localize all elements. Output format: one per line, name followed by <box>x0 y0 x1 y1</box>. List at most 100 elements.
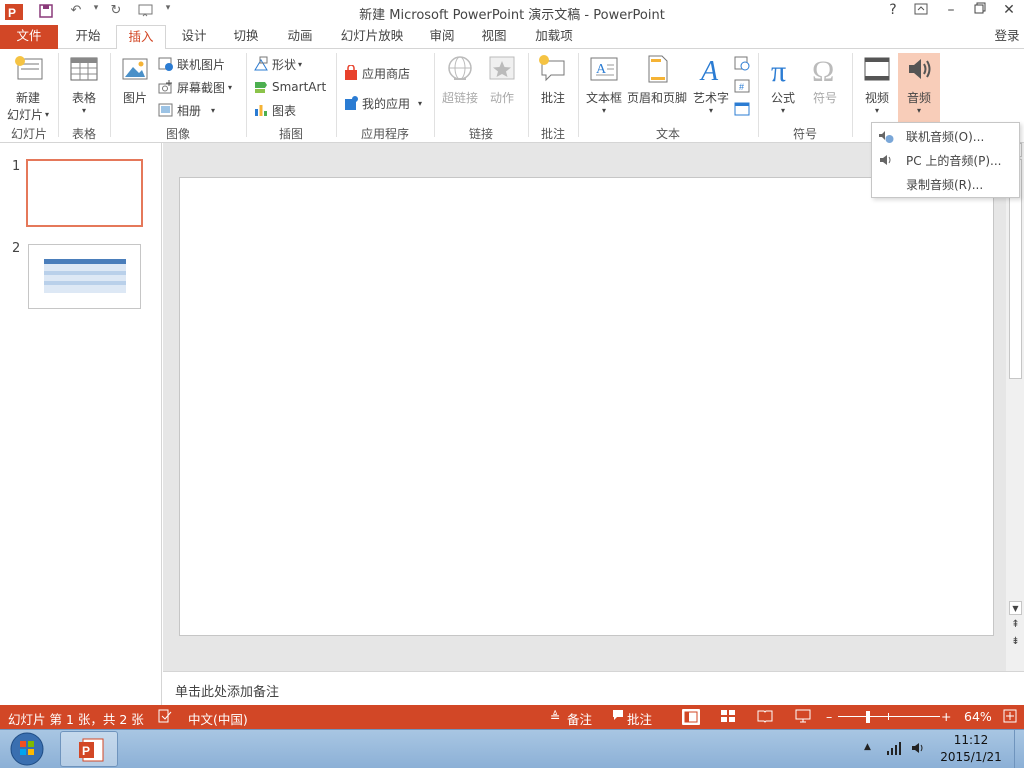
smartart-button[interactable]: SmartArt <box>253 77 326 97</box>
show-desktop-button[interactable] <box>1014 730 1024 768</box>
menu-item-online-audio[interactable]: 联机音频(O)... <box>873 125 1019 147</box>
chevron-down-icon: ▾ <box>601 106 606 115</box>
group-label-apps: 应用程序 <box>360 127 409 141</box>
symbol-label: 符号 <box>812 91 837 105</box>
chart-label: 图表 <box>272 103 297 118</box>
vertical-scrollbar[interactable]: ▼ ⇞ ⇟ <box>1006 143 1024 671</box>
notes-toggle-icon[interactable]: ≜ <box>550 709 560 724</box>
header-footer-button[interactable]: 页眉和页脚 <box>626 53 688 106</box>
tab-view[interactable]: 视图 <box>472 25 516 49</box>
online-picture-button[interactable]: 联机图片 <box>158 54 225 74</box>
object-icon[interactable] <box>734 101 752 119</box>
symbol-button[interactable]: Ω 符号 <box>806 53 844 106</box>
hyperlink-button[interactable]: 超链接 <box>438 53 482 106</box>
current-slide-canvas[interactable] <box>179 177 994 636</box>
store-button[interactable]: 应用商店 <box>343 63 410 83</box>
restore-icon[interactable] <box>967 2 993 22</box>
notes-pane[interactable]: 单击此处添加备注 <box>163 671 1024 705</box>
chevron-down-icon: ▾ <box>45 110 50 119</box>
ribbon-display-options-icon[interactable] <box>908 2 934 22</box>
new-slide-label-line1: 新建 <box>15 91 40 105</box>
network-icon[interactable] <box>886 740 902 759</box>
next-slide-icon[interactable]: ⇟ <box>1009 635 1022 649</box>
zoom-slider-thumb[interactable] <box>866 711 870 723</box>
close-icon[interactable]: ✕ <box>996 2 1022 22</box>
chevron-down-icon: ▾ <box>780 106 785 115</box>
svg-text:A: A <box>699 56 719 85</box>
new-slide-label-line2: 幻灯片 <box>6 108 43 122</box>
tab-file[interactable]: 文件 <box>0 25 58 49</box>
normal-view-icon[interactable] <box>682 709 700 725</box>
tab-insert[interactable]: 插入 <box>116 25 166 50</box>
tab-review[interactable]: 审阅 <box>420 25 464 49</box>
slide-thumbnail[interactable] <box>26 159 143 227</box>
menu-item-record-audio[interactable]: 录制音频(R)... <box>873 173 1019 195</box>
scroll-down-icon[interactable]: ▼ <box>1009 601 1022 615</box>
language-status[interactable]: 中文(中国) <box>188 709 248 728</box>
wordart-button[interactable]: A 艺术字 ▾ <box>690 53 732 115</box>
screenshot-button[interactable]: 屏幕截图 ▾ <box>158 77 232 97</box>
equation-label: 公式 <box>770 91 795 105</box>
equation-button[interactable]: π 公式 ▾ <box>764 53 802 115</box>
action-button[interactable]: 动作 <box>484 53 520 106</box>
chart-button[interactable]: 图表 <box>253 100 296 120</box>
windows-taskbar: P ▲ 11:12 2015/1/21 <box>0 729 1024 768</box>
notes-toggle[interactable]: 备注 <box>567 709 592 728</box>
minimize-icon[interactable]: – <box>938 2 964 22</box>
tab-animations[interactable]: 动画 <box>276 25 324 49</box>
slideshow-icon[interactable] <box>795 709 811 726</box>
zoom-slider[interactable] <box>838 716 940 717</box>
tab-design[interactable]: 设计 <box>170 25 218 49</box>
signin-link[interactable]: 登录 <box>990 25 1024 49</box>
help-button[interactable]: ? <box>880 2 906 22</box>
clock-date[interactable]: 2015/1/21 <box>940 750 1002 764</box>
wordart-icon: A <box>695 53 727 87</box>
thumbnail-table-preview <box>44 259 126 293</box>
clock-time[interactable]: 11:12 <box>940 733 1002 747</box>
comments-toggle[interactable]: 批注 <box>627 709 652 728</box>
table-button[interactable]: 表格 ▾ <box>64 53 104 115</box>
zoom-slider-center-mark <box>888 713 889 720</box>
thumbnail-table-row <box>44 281 126 285</box>
pi-icon: π <box>767 53 799 88</box>
comment-button[interactable]: 批注 <box>533 53 573 106</box>
zoom-in-icon[interactable]: + <box>941 709 951 724</box>
chevron-down-icon: ▾ <box>211 105 216 115</box>
taskbar-powerpoint-button[interactable]: P <box>60 731 118 767</box>
store-icon <box>343 64 359 81</box>
my-apps-button[interactable]: 我的应用 ▾ <box>343 93 422 113</box>
tab-transitions[interactable]: 切换 <box>222 25 270 49</box>
wordart-label: 艺术字 <box>692 91 729 105</box>
windows-start-icon[interactable] <box>8 731 46 767</box>
previous-slide-icon[interactable]: ⇞ <box>1009 618 1022 632</box>
new-slide-icon <box>12 53 44 85</box>
menu-item-audio-on-pc[interactable]: PC 上的音频(P)... <box>873 149 1019 171</box>
tab-addins[interactable]: 加载项 <box>526 25 582 49</box>
menu-item-label: PC 上的音频(P)... <box>906 153 1002 168</box>
textbox-button[interactable]: A 文本框 ▾ <box>582 53 626 115</box>
spell-check-icon[interactable] <box>158 709 172 726</box>
picture-icon <box>119 53 151 85</box>
video-button[interactable]: 视频 ▾ <box>858 53 896 115</box>
group-label-tables: 表格 <box>71 127 96 141</box>
show-hidden-icons-icon[interactable]: ▲ <box>864 742 871 752</box>
zoom-out-icon[interactable]: – <box>826 709 832 724</box>
slide-thumbnail[interactable] <box>28 244 141 309</box>
picture-button[interactable]: 图片 <box>116 53 154 106</box>
photo-album-button[interactable]: 相册 ▾ <box>158 100 215 120</box>
reading-view-icon[interactable] <box>757 709 773 726</box>
audio-button[interactable]: 音频 ▾ <box>898 53 940 123</box>
slide-number-icon[interactable]: # <box>734 78 752 96</box>
shapes-button[interactable]: 形状 ▾ <box>253 54 302 74</box>
thumbnail-table-header <box>44 259 126 264</box>
volume-icon[interactable] <box>910 740 926 759</box>
fit-to-window-icon[interactable] <box>1003 709 1017 726</box>
zoom-level[interactable]: 64% <box>964 709 992 724</box>
tab-home[interactable]: 开始 <box>64 25 112 49</box>
new-slide-button[interactable]: 新建 幻灯片 ▾ <box>2 53 54 123</box>
slide-count-status: 幻灯片 第 1 张，共 2 张 <box>8 712 144 727</box>
date-time-icon[interactable] <box>734 55 752 73</box>
slide-sorter-icon[interactable] <box>720 709 736 726</box>
comments-toggle-icon[interactable] <box>612 709 624 724</box>
tab-slideshow[interactable]: 幻灯片放映 <box>334 25 410 49</box>
